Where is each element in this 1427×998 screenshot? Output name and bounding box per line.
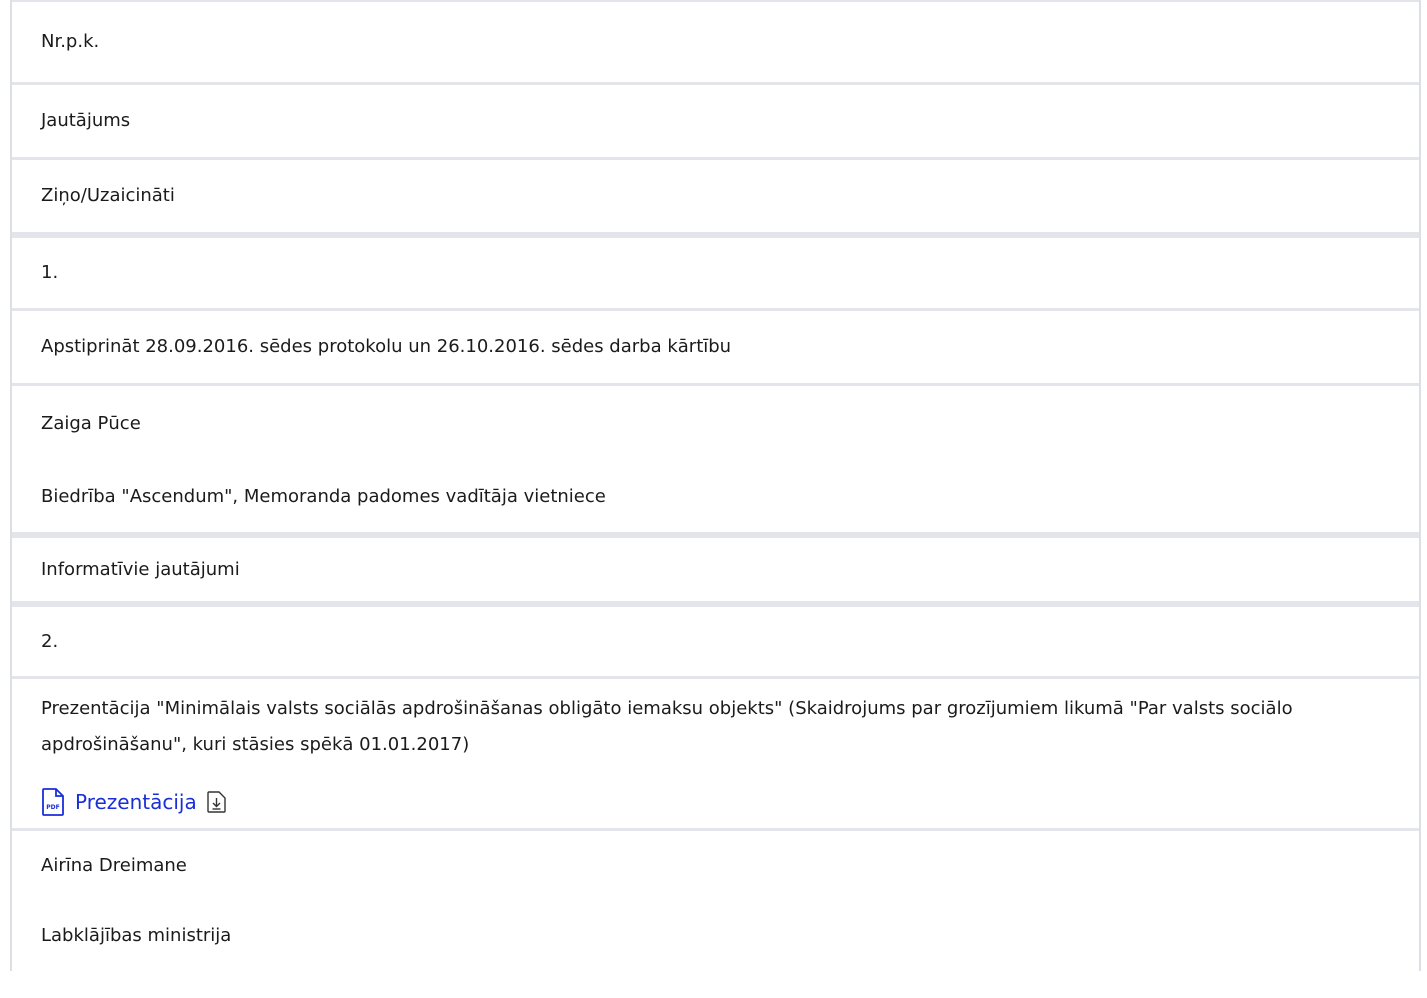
download-icon[interactable] [207, 791, 227, 813]
pdf-file-icon: PDF [41, 788, 65, 816]
header-speakers-label: Ziņo/Uzaicināti [41, 185, 175, 206]
item-1-question: Apstiprināt 28.09.2016. sēdes protokolu … [12, 311, 1419, 383]
header-speakers: Ziņo/Uzaicināti [12, 160, 1419, 232]
item-1-speaker-name: Zaiga Pūce [12, 386, 1419, 462]
agenda-table: Nr.p.k. Jautājums Ziņo/Uzaicināti 1. Aps… [10, 0, 1421, 971]
item-2-speaker-org: Labklājības ministrija [12, 901, 1419, 971]
item-2-question: Prezentācija "Minimālais valsts sociālās… [12, 679, 1419, 776]
svg-text:PDF: PDF [46, 804, 59, 811]
speaker-name: Airīna Dreimane [41, 855, 187, 876]
item-nr-label: 2. [41, 630, 59, 652]
item-2-attachment: PDF Prezentācija [12, 776, 1419, 828]
speaker-org: Labklājības ministrija [41, 925, 232, 946]
header-nr-label: Nr.p.k. [41, 31, 100, 52]
item-1-nr: 1. [12, 238, 1419, 308]
header-nr: Nr.p.k. [12, 2, 1419, 82]
item-1-speaker-org: Biedrība "Ascendum", Memoranda padomes v… [12, 462, 1419, 532]
presentation-link[interactable]: Prezentācija [75, 784, 197, 820]
item-2-nr: 2. [12, 607, 1419, 676]
section-title: Informatīvie jautājumi [41, 558, 240, 580]
section-row: Informatīvie jautājumi [12, 538, 1419, 601]
item-nr-label: 1. [41, 262, 59, 283]
item-2-speaker-name: Airīna Dreimane [12, 831, 1419, 901]
item-question-text: Prezentācija "Minimālais valsts sociālās… [41, 698, 1293, 755]
header-question: Jautājums [12, 85, 1419, 157]
speaker-name: Zaiga Pūce [41, 413, 141, 434]
speaker-org: Biedrība "Ascendum", Memoranda padomes v… [41, 486, 606, 507]
header-question-label: Jautājums [41, 110, 131, 131]
item-question-text: Apstiprināt 28.09.2016. sēdes protokolu … [41, 336, 732, 357]
